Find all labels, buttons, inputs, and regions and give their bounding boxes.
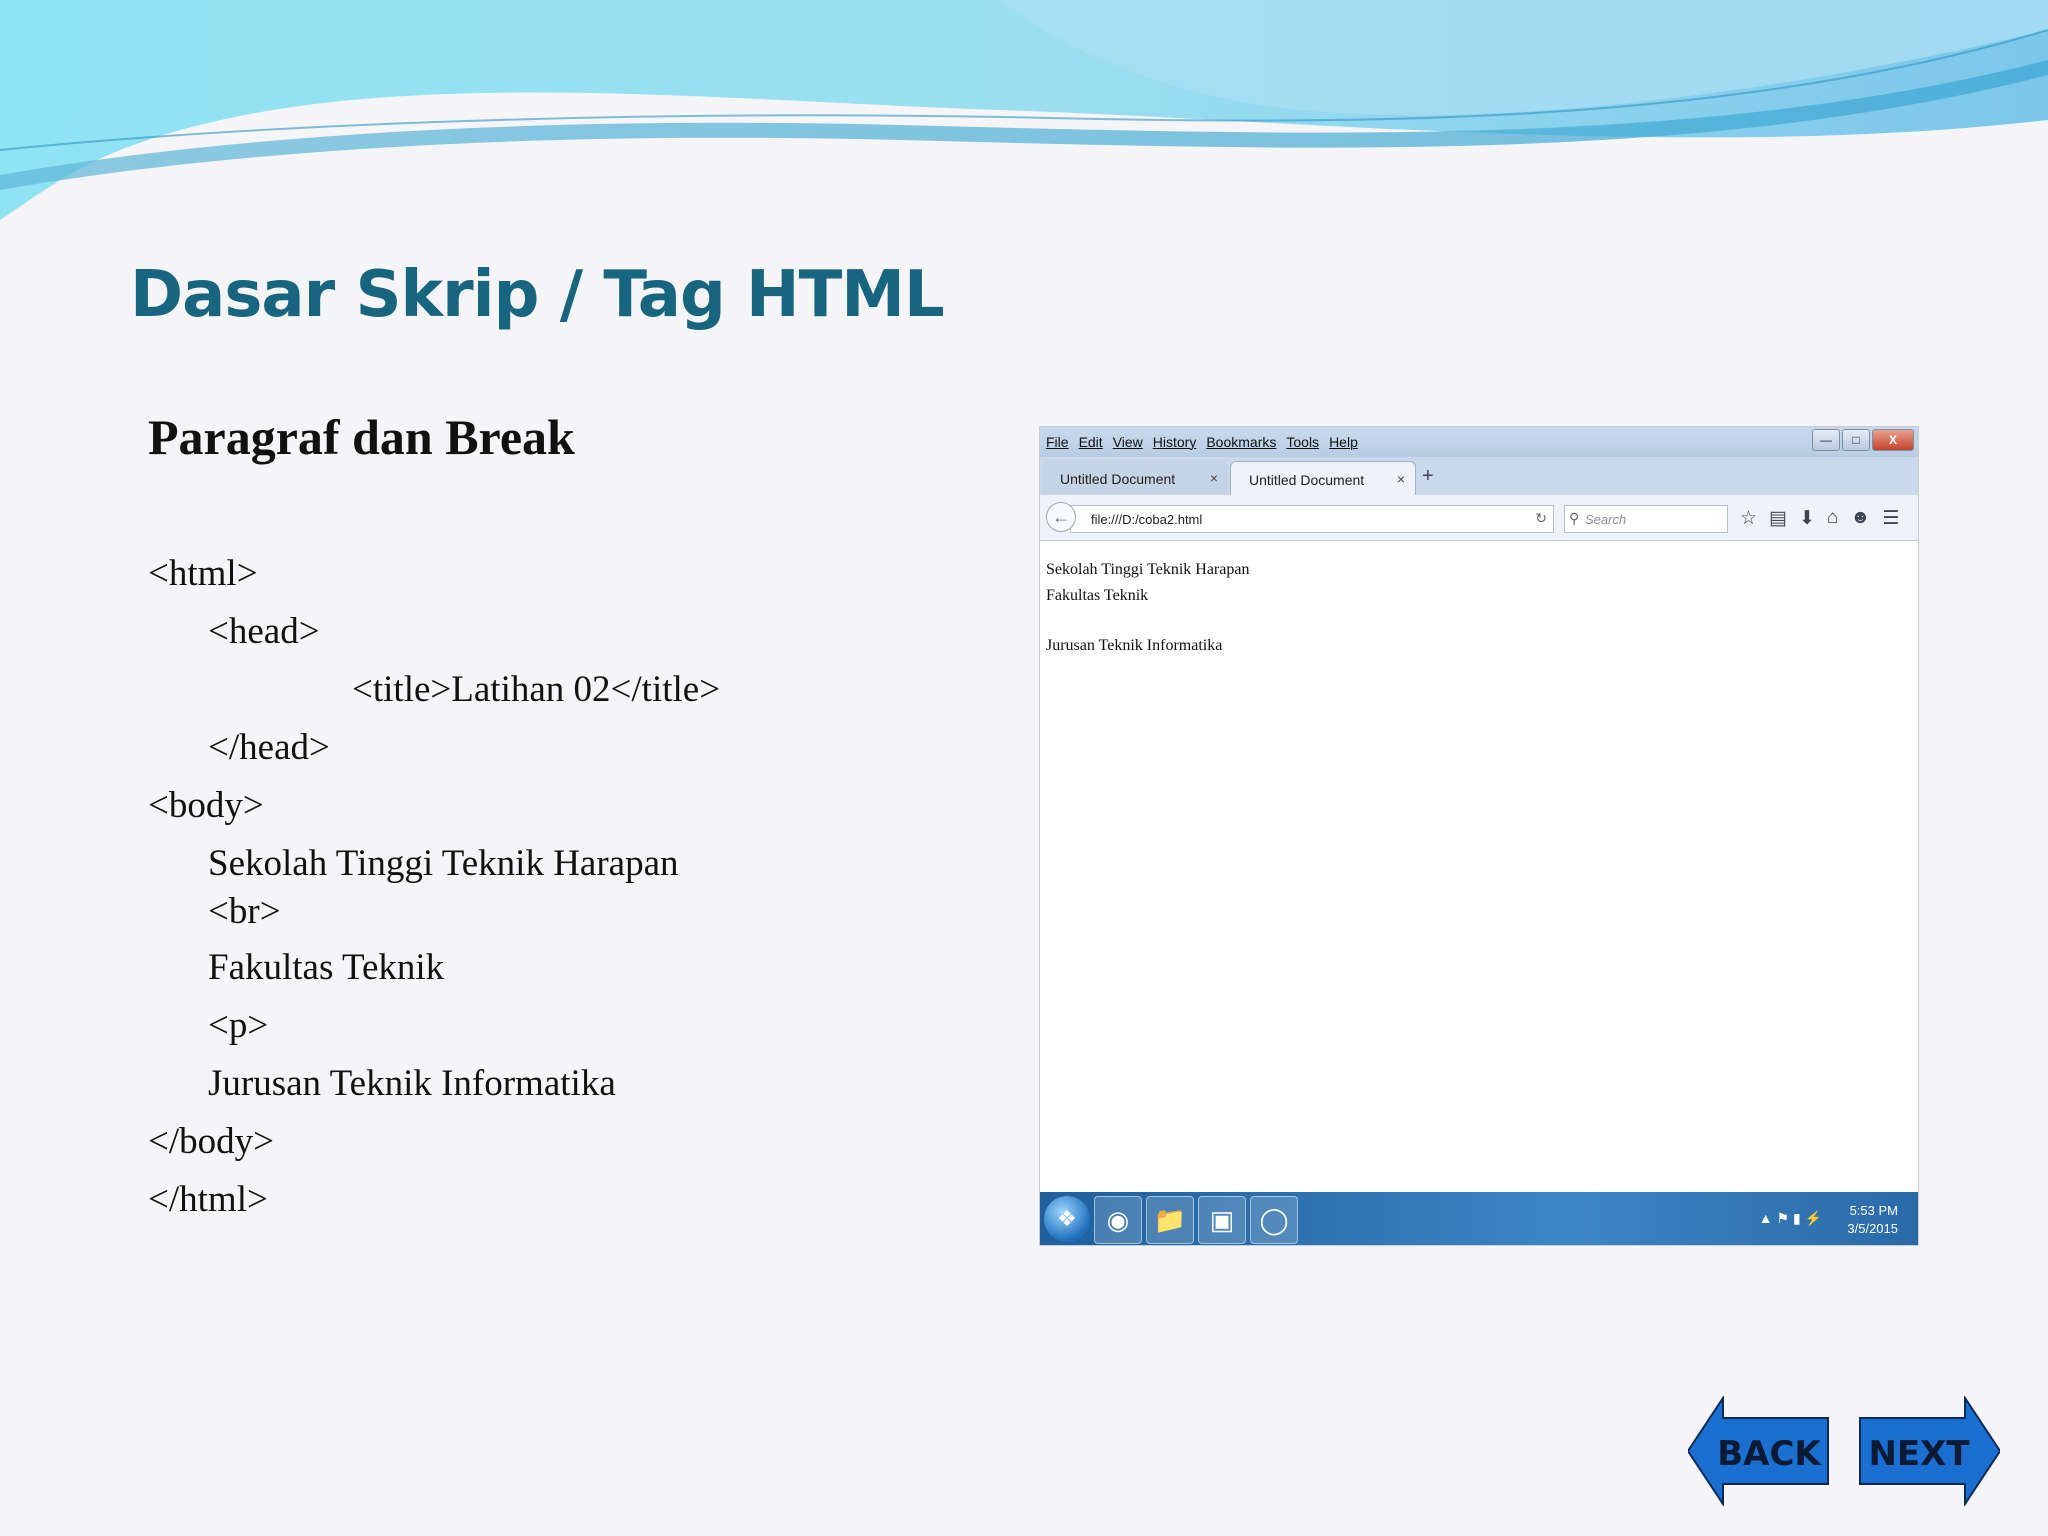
header-wave: [0, 0, 2048, 220]
tab-bar: Untitled Document × Untitled Document ×: [1040, 457, 1918, 495]
close-tab-icon[interactable]: ×: [1210, 470, 1218, 486]
slide-title: Dasar Skrip / Tag HTML: [130, 258, 945, 332]
next-button[interactable]: NEXT: [1858, 1396, 2000, 1506]
tab-untitled-2[interactable]: Untitled Document ×: [1230, 461, 1416, 495]
search-icon: ⚲: [1569, 510, 1580, 526]
menu-hamburger-icon[interactable]: ☰: [1882, 507, 1899, 530]
code-line: Sekolah Tinggi Teknik Harapan: [208, 843, 679, 884]
code-line: </head>: [208, 727, 330, 768]
search-input[interactable]: ⚲ Search: [1564, 505, 1728, 533]
menu-bookmarks[interactable]: Bookmarks: [1206, 434, 1276, 450]
bookmark-star-icon[interactable]: ☆: [1740, 507, 1757, 530]
code-line: <body>: [148, 785, 264, 826]
browser-menubar: File Edit View History Bookmarks Tools H…: [1040, 427, 1918, 457]
section-subtitle: Paragraf dan Break: [148, 409, 575, 465]
tray-date: 3/5/2015: [1847, 1221, 1898, 1236]
back-label: BACK: [1717, 1434, 1821, 1474]
home-icon[interactable]: ⌂: [1827, 507, 1838, 530]
code-line: Jurusan Teknik Informatika: [208, 1063, 616, 1104]
code-line: Fakultas Teknik: [208, 947, 445, 988]
tray-clock[interactable]: 5:53 PM 3/5/2015: [1847, 1202, 1898, 1238]
page-content: Sekolah Tinggi Teknik Harapan Fakultas T…: [1046, 557, 1249, 659]
content-line: Fakultas Teknik: [1046, 587, 1149, 604]
firefox-icon[interactable]: ◉: [1094, 1196, 1142, 1244]
tray-time: 5:53 PM: [1849, 1203, 1898, 1218]
code-line: </body>: [148, 1121, 275, 1162]
content-line: Sekolah Tinggi Teknik Harapan: [1046, 561, 1250, 578]
code-line: <p>: [208, 1005, 269, 1046]
url-text: file:///D:/coba2.html: [1091, 512, 1203, 527]
code-line: </html>: [148, 1179, 268, 1220]
new-tab-icon[interactable]: +: [1422, 465, 1434, 488]
back-arrow-icon[interactable]: ←: [1046, 502, 1076, 532]
menu-history[interactable]: History: [1153, 434, 1197, 450]
content-line: Jurusan Teknik Informatika: [1046, 637, 1223, 654]
file-explorer-icon[interactable]: 📁: [1146, 1196, 1194, 1244]
dreamweaver-icon[interactable]: ◯: [1250, 1196, 1298, 1244]
tab-label: Untitled Document: [1060, 471, 1176, 487]
chat-icon[interactable]: ☻: [1850, 507, 1870, 530]
start-button-icon[interactable]: ❖: [1044, 1196, 1090, 1242]
reload-icon[interactable]: ↻: [1535, 510, 1547, 527]
menu-view[interactable]: View: [1113, 434, 1143, 450]
menu-help[interactable]: Help: [1329, 434, 1358, 450]
tab-label: Untitled Document: [1249, 472, 1365, 488]
download-icon[interactable]: ⬇: [1799, 507, 1815, 530]
tray-icons[interactable]: ▲ ⚑ ▮ ⚡: [1759, 1210, 1822, 1227]
slide: Dasar Skrip / Tag HTML Paragraf dan Brea…: [0, 0, 2048, 1536]
reading-list-icon[interactable]: ▤: [1769, 507, 1787, 530]
browser-screenshot: File Edit View History Bookmarks Tools H…: [1039, 426, 1919, 1246]
minimize-icon[interactable]: —: [1812, 429, 1840, 451]
powerpoint-icon[interactable]: ▣: [1198, 1196, 1246, 1244]
windows-taskbar: ❖ ◉ 📁 ▣ ◯ ▲ ⚑ ▮ ⚡ 5:53 PM 3/5/2015: [1040, 1192, 1918, 1245]
close-tab-icon[interactable]: ×: [1397, 471, 1405, 487]
next-label: NEXT: [1868, 1434, 1970, 1474]
code-line: <head>: [208, 611, 320, 652]
menu-file[interactable]: File: [1046, 434, 1069, 450]
maximize-icon[interactable]: □: [1842, 429, 1870, 451]
tab-untitled-1[interactable]: Untitled Document ×: [1042, 461, 1228, 495]
code-line: <title>Latihan 02</title>: [352, 669, 721, 710]
close-window-icon[interactable]: X: [1872, 429, 1914, 451]
search-placeholder: Search: [1585, 512, 1627, 527]
navigation-toolbar: file:///D:/coba2.html ↻ ← ⚲ Search ☆ ▤ ⬇…: [1040, 495, 1918, 541]
address-bar[interactable]: file:///D:/coba2.html ↻: [1070, 505, 1554, 533]
menu-edit[interactable]: Edit: [1079, 434, 1103, 450]
menu-tools[interactable]: Tools: [1286, 434, 1319, 450]
code-line: <html>: [148, 553, 258, 594]
code-line: <br>: [208, 891, 281, 932]
back-button[interactable]: BACK: [1688, 1396, 1830, 1506]
